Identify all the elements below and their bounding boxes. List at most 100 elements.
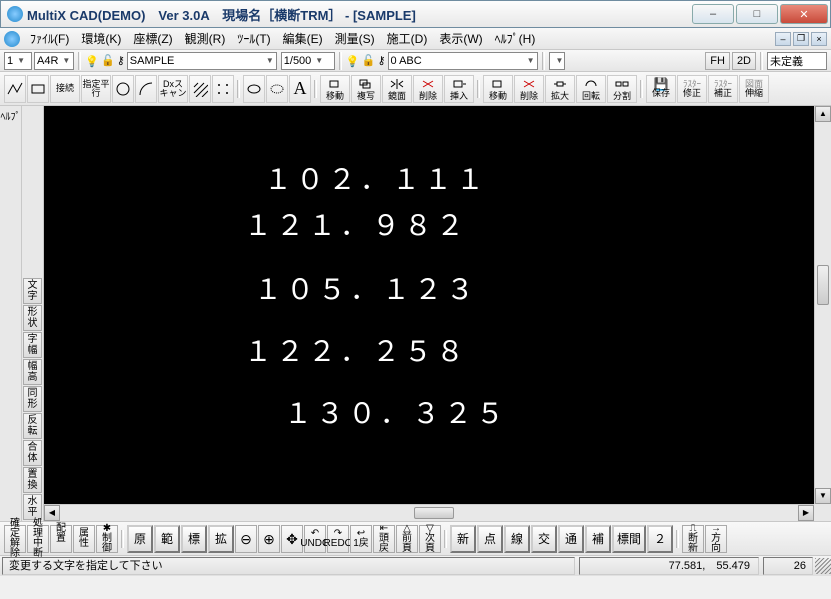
cmd-redo[interactable]: ↷REDO — [327, 525, 349, 553]
polyline-tool[interactable] — [4, 75, 26, 103]
cmd-shin[interactable]: 新 — [450, 525, 476, 553]
cmd-seigyo[interactable]: ✱制御 — [96, 525, 118, 553]
canvas-text-4[interactable]: １２２．２５８ — [244, 330, 468, 370]
cmd-shori[interactable]: 処理中断 — [27, 525, 49, 553]
menu-file[interactable]: ﾌｧｲﾙ(F) — [24, 30, 75, 47]
canvas-text-3[interactable]: １０５．１２３ — [254, 268, 478, 308]
ellipse-tool[interactable] — [243, 75, 265, 103]
layer2-combo[interactable]: 0 ABC▼ — [388, 52, 538, 70]
drawing-canvas[interactable]: １０２．１１１ １２１．９８２ １０５．１２３ １２２．２５８ １３０．３２５ — [44, 106, 814, 504]
scroll-down-arrow[interactable]: ▼ — [815, 488, 831, 504]
menu-edit[interactable]: 編集(E) — [277, 30, 329, 47]
prop-gattai[interactable]: 合体 — [23, 440, 42, 466]
fh-button[interactable]: FH — [705, 52, 730, 70]
cmd-ho[interactable]: 補 — [585, 525, 611, 553]
prop-habataka[interactable]: 幅高 — [23, 359, 42, 385]
hscroll-thumb[interactable] — [414, 507, 454, 519]
group-del-tool[interactable]: 削除 — [413, 75, 443, 103]
cmd-headback[interactable]: ⇤頭戻 — [373, 525, 395, 553]
prop-chikan[interactable]: 置換 — [23, 467, 42, 493]
cmd-kaku[interactable]: 拡 — [208, 525, 234, 553]
menu-survey[interactable]: 測量(S) — [329, 30, 381, 47]
2d-button[interactable]: 2D — [732, 52, 756, 70]
mdi-close-button[interactable]: × — [811, 32, 827, 46]
scroll-right-arrow[interactable]: ▶ — [798, 505, 814, 521]
cmd-gen[interactable]: 原 — [127, 525, 153, 553]
minimize-button[interactable]: – — [692, 4, 734, 24]
line-zoom-tool[interactable]: 拡大 — [545, 75, 575, 103]
bulb2-icon[interactable] — [346, 54, 360, 68]
cmd-zoomin[interactable]: ⊕ — [258, 525, 280, 553]
cmd-kakutei[interactable]: 確定解除 — [4, 525, 26, 553]
key2-icon[interactable]: ⚷ — [377, 54, 385, 67]
menu-tool[interactable]: ﾂｰﾙ(T) — [231, 30, 276, 47]
page-combo[interactable]: 1▼ — [4, 52, 32, 70]
close-button[interactable]: ✕ — [780, 4, 828, 24]
line-move-tool[interactable]: 移動 — [483, 75, 513, 103]
help-panel-tab[interactable]: ﾍﾙﾌﾟ — [0, 106, 22, 521]
ellipse2-tool[interactable] — [266, 75, 288, 103]
resize-grip[interactable] — [815, 558, 831, 574]
cmd-tsu[interactable]: 通 — [558, 525, 584, 553]
prop-doukei[interactable]: 同形 — [23, 386, 42, 412]
prop-hanten[interactable]: 反転 — [23, 413, 42, 439]
cmd-ko[interactable]: 交 — [531, 525, 557, 553]
menu-coord[interactable]: 座標(Z) — [127, 30, 178, 47]
cmd-hyoma[interactable]: 標間 — [612, 525, 646, 553]
maximize-button[interactable]: □ — [736, 4, 778, 24]
group-move-tool[interactable]: 移動 — [320, 75, 350, 103]
mdi-minimize-button[interactable]: – — [775, 32, 791, 46]
scroll-left-arrow[interactable]: ◀ — [44, 505, 60, 521]
cmd-zokusei[interactable]: 属性 — [73, 525, 95, 553]
group-mirror-tool[interactable]: 鏡面 — [382, 75, 412, 103]
empty-combo[interactable]: ▼ — [549, 52, 565, 70]
raster-fix-tool[interactable]: ﾗｽﾀｰ修正 — [677, 75, 707, 103]
scroll-up-arrow[interactable]: ▲ — [815, 106, 831, 122]
line-split-tool[interactable]: 分割 — [607, 75, 637, 103]
cmd-ni[interactable]: ２ — [647, 525, 673, 553]
cmd-han[interactable]: 範 — [154, 525, 180, 553]
cmd-hyo[interactable]: 標 — [181, 525, 207, 553]
cmd-haichi[interactable]: 配置 — [50, 525, 72, 553]
cmd-houkou[interactable]: →方向 — [705, 525, 727, 553]
paper-combo[interactable]: A4R▼ — [34, 52, 74, 70]
prop-suihei[interactable]: 水平 — [23, 494, 42, 520]
lock2-icon[interactable]: 🔓 — [362, 54, 376, 67]
vscroll-thumb[interactable] — [817, 265, 829, 305]
cmd-zoomout[interactable]: ⊖ — [235, 525, 257, 553]
prop-moji[interactable]: 文字 — [23, 278, 42, 304]
bulb-icon[interactable] — [85, 54, 99, 68]
line-del-tool[interactable]: 削除 — [514, 75, 544, 103]
raster-ext-tool[interactable]: 図面伸縮 — [739, 75, 769, 103]
circle-tool[interactable] — [112, 75, 134, 103]
cmd-dansa[interactable]: ⎍断新 — [682, 525, 704, 553]
raster-comp-tool[interactable]: ﾗｽﾀｰ補正 — [708, 75, 738, 103]
menu-const[interactable]: 施工(D) — [381, 30, 434, 47]
undef-combo[interactable]: 未定義 — [767, 52, 827, 70]
menu-env[interactable]: 環境(K) — [75, 30, 127, 47]
cmd-prevpage[interactable]: △前頁 — [396, 525, 418, 553]
cmd-nextpage[interactable]: ▽次頁 — [419, 525, 441, 553]
points-tool[interactable] — [212, 75, 234, 103]
menu-obs[interactable]: 観測(R) — [179, 30, 232, 47]
connect-tool[interactable]: 接続 — [50, 75, 80, 103]
raster-save-tool[interactable]: 💾保存 — [646, 75, 676, 103]
group-ins-tool[interactable]: 挿入 — [444, 75, 474, 103]
prop-keijo[interactable]: 形状 — [23, 305, 42, 331]
scan-tool[interactable]: Dxスキャン — [158, 75, 188, 103]
mdi-restore-button[interactable]: ❐ — [793, 32, 809, 46]
cmd-ten[interactable]: 点 — [477, 525, 503, 553]
hatch-tool[interactable] — [189, 75, 211, 103]
canvas-text-1[interactable]: １０２．１１１ — [264, 158, 488, 198]
scale-combo[interactable]: 1/500▼ — [281, 52, 335, 70]
canvas-text-2[interactable]: １２１．９８２ — [244, 204, 468, 244]
cmd-1back[interactable]: ↩1戻 — [350, 525, 372, 553]
group-copy-tool[interactable]: 複写 — [351, 75, 381, 103]
text-tool[interactable]: A — [289, 75, 311, 103]
line-rot-tool[interactable]: 回転 — [576, 75, 606, 103]
parallel-tool[interactable]: 指定平行 — [81, 75, 111, 103]
canvas-text-5[interactable]: １３０．３２５ — [284, 392, 508, 432]
horizontal-scrollbar[interactable]: ◀ ▶ — [44, 504, 814, 521]
arc-tool[interactable] — [135, 75, 157, 103]
layer-combo[interactable]: SAMPLE▼ — [127, 52, 277, 70]
